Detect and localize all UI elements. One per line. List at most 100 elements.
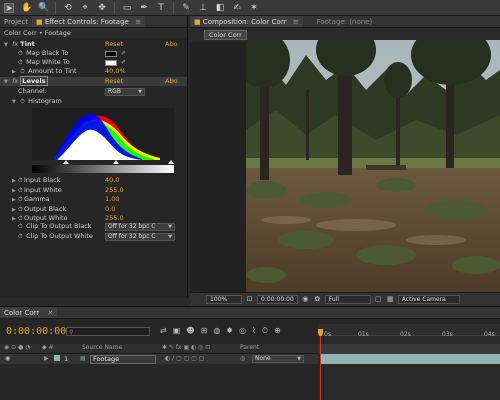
layer-name-field[interactable]: Footage	[90, 355, 156, 364]
graph-editor-icon[interactable]: ⌇	[252, 326, 256, 336]
stopwatch-icon[interactable]: ⏱	[20, 97, 26, 106]
label-color-swatch[interactable]	[54, 355, 60, 361]
zoom-dropdown[interactable]: 100%	[206, 294, 242, 304]
resolution-dropdown[interactable]: Full	[324, 294, 371, 304]
tint-about-link[interactable]: Abo	[165, 40, 178, 49]
timeline-search-input[interactable]: ⚲	[66, 327, 150, 336]
motion-blur-icon[interactable]: ◍	[213, 326, 220, 336]
levels-histogram[interactable]	[32, 108, 174, 174]
clip-white-dropdown[interactable]: Off for 32 bpc C ▼	[105, 232, 175, 241]
draft-3d-icon[interactable]: ▣	[173, 326, 181, 336]
stopwatch-icon[interactable]: ⏱	[18, 222, 24, 231]
pan-behind-tool-icon[interactable]: ✥	[97, 3, 107, 13]
hand-tool-icon[interactable]: ✋	[21, 3, 32, 13]
panel-menu-icon[interactable]: ≡	[293, 18, 299, 26]
layer-duration-bar[interactable]	[321, 354, 500, 364]
histogram-label: Histogram	[28, 97, 62, 105]
time-ruler[interactable]: 0s 01s 02s 03s 04s	[318, 324, 500, 338]
stopwatch-icon[interactable]: ⏱	[18, 58, 24, 67]
camera-tool-icon[interactable]: ⌖	[80, 3, 90, 13]
zoom-tool-icon[interactable]: 🔍	[38, 3, 49, 13]
parent-dropdown[interactable]: None ▼	[252, 355, 304, 363]
tab-project[interactable]: Project	[0, 16, 32, 27]
input-black-slider[interactable]	[63, 160, 69, 164]
levels-param-value[interactable]: 255.0	[105, 186, 124, 195]
map-black-label: Map Black To	[26, 49, 69, 57]
tab-timeline-comp[interactable]: Color Corr ✕	[0, 307, 58, 318]
collapse-triangle-icon[interactable]: ▼	[4, 78, 10, 87]
live-update-icon[interactable]: ◎	[239, 326, 246, 336]
tint-effect-row[interactable]: ▼ fx Tint Reset Abo	[0, 40, 187, 49]
ruler-label: 03s	[442, 331, 453, 338]
clone-stamp-tool-icon[interactable]: ⊥	[198, 3, 208, 13]
eyedropper-icon[interactable]: ✐	[121, 59, 131, 66]
current-time-indicator-line[interactable]	[320, 336, 321, 400]
stopwatch-icon[interactable]: ⏱	[18, 49, 24, 58]
fx-icon[interactable]: fx	[12, 77, 18, 85]
levels-reset-link[interactable]: Reset	[105, 77, 123, 86]
clip-black-dropdown[interactable]: Off for 32 bpc C ▼	[105, 222, 175, 231]
collapse-triangle-icon[interactable]: ▼	[12, 98, 18, 107]
type-tool-icon[interactable]: T	[156, 3, 166, 13]
eyedropper-icon[interactable]: ✐	[121, 50, 131, 57]
levels-param-value[interactable]: 0.0	[105, 205, 115, 214]
map-black-swatch[interactable]	[105, 50, 117, 57]
levels-effect-row[interactable]: ▼ fx Levels Reset Abo	[0, 76, 187, 87]
rectangle-tool-icon[interactable]: ▭	[122, 3, 132, 13]
eraser-tool-icon[interactable]: ◧	[215, 3, 225, 13]
rotate-tool-icon[interactable]: ⟲	[63, 3, 73, 13]
layer-row[interactable]: ◉ ▶ 1 ▤ Footage ◐ ∕ ▢ ▢ ▢ ▢ ◎ None ▼	[0, 354, 318, 364]
tab-composition[interactable]: ■ Composition: Color Corr ≡	[190, 16, 303, 27]
levels-param-value[interactable]: 1.00	[105, 195, 119, 204]
parent-header[interactable]: Parent	[240, 344, 259, 351]
pickwhip-icon[interactable]: ◎	[240, 355, 245, 362]
label-icon: ◆ #	[42, 344, 54, 351]
roto-brush-tool-icon[interactable]: ✍	[232, 3, 242, 13]
panel-menu-icon[interactable]: ≡	[135, 18, 141, 26]
layer-switches[interactable]: ◐ ∕ ▢ ▢ ▢ ▢	[165, 355, 204, 362]
expand-triangle-icon[interactable]: ▶	[44, 355, 49, 362]
brush-tool-icon[interactable]: ✎	[181, 3, 191, 13]
timecode-display[interactable]: 0:00:00:00	[257, 294, 298, 304]
stopwatch-icon[interactable]: ⏱	[20, 67, 26, 76]
map-white-swatch[interactable]	[105, 59, 117, 66]
visibility-eye-icon[interactable]: ◉	[5, 355, 10, 362]
source-name-header[interactable]: Source Name	[82, 344, 122, 351]
snapshot-icon[interactable]: ◉	[301, 295, 310, 304]
tab-effect-controls[interactable]: ■ Effect Controls: Footage ≡	[31, 16, 145, 27]
work-area-bar[interactable]	[318, 344, 500, 354]
safe-zones-icon[interactable]: ⊡	[245, 295, 254, 304]
frame-blending-icon[interactable]: ⊞	[201, 326, 208, 336]
amount-to-tint-value[interactable]: 40.0%	[105, 67, 126, 76]
show-channel-icon[interactable]: ✿	[313, 295, 322, 304]
levels-param-value[interactable]: 40.0	[105, 176, 119, 185]
fx-icon[interactable]: fx	[12, 40, 18, 48]
amount-to-tint-row: ▶ ⏱ Amount to Tint 40.0%	[0, 67, 187, 76]
levels-param-row: ▶ ⏱Input Black 40.0	[0, 176, 187, 185]
levels-about-link[interactable]: Abo	[165, 77, 178, 86]
comp-subtab[interactable]: Color Corr	[204, 30, 247, 40]
camera-dropdown[interactable]: Active Camera	[397, 294, 460, 304]
brainstorm-icon[interactable]: ✸	[226, 326, 233, 336]
gamma-slider[interactable]	[113, 160, 119, 164]
close-icon[interactable]: ✕	[48, 309, 54, 317]
clip-white-row: ⏱ Clip To Output White Off for 32 bpc C …	[0, 232, 187, 241]
timeline-timecode[interactable]: 0:00:00:00	[6, 326, 66, 337]
stopwatch-icon[interactable]: ⏱	[262, 326, 268, 336]
selection-tool-icon[interactable]: ➤	[4, 2, 14, 14]
render-icon[interactable]: ⊕	[274, 326, 281, 336]
channel-dropdown[interactable]: RGB ▼	[105, 87, 145, 96]
clip-black-label: Clip To Output Black	[26, 222, 92, 230]
expand-triangle-icon[interactable]: ▶	[12, 68, 18, 77]
shy-layers-icon[interactable]: ☻	[186, 326, 194, 336]
input-white-slider[interactable]	[168, 160, 174, 164]
puppet-tool-icon[interactable]: ✶	[249, 3, 259, 13]
tab-footage[interactable]: Footage: (none)	[313, 16, 377, 27]
region-of-interest-icon[interactable]: ▢	[374, 295, 383, 304]
comp-mini-flowchart-icon[interactable]: ⇄	[160, 326, 167, 336]
stopwatch-icon[interactable]: ⏱	[18, 232, 24, 241]
tint-reset-link[interactable]: Reset	[105, 40, 123, 49]
transparency-grid-icon[interactable]: ▦	[386, 295, 395, 304]
pen-tool-icon[interactable]: ✒	[139, 3, 149, 13]
composition-viewer[interactable]	[246, 40, 500, 292]
